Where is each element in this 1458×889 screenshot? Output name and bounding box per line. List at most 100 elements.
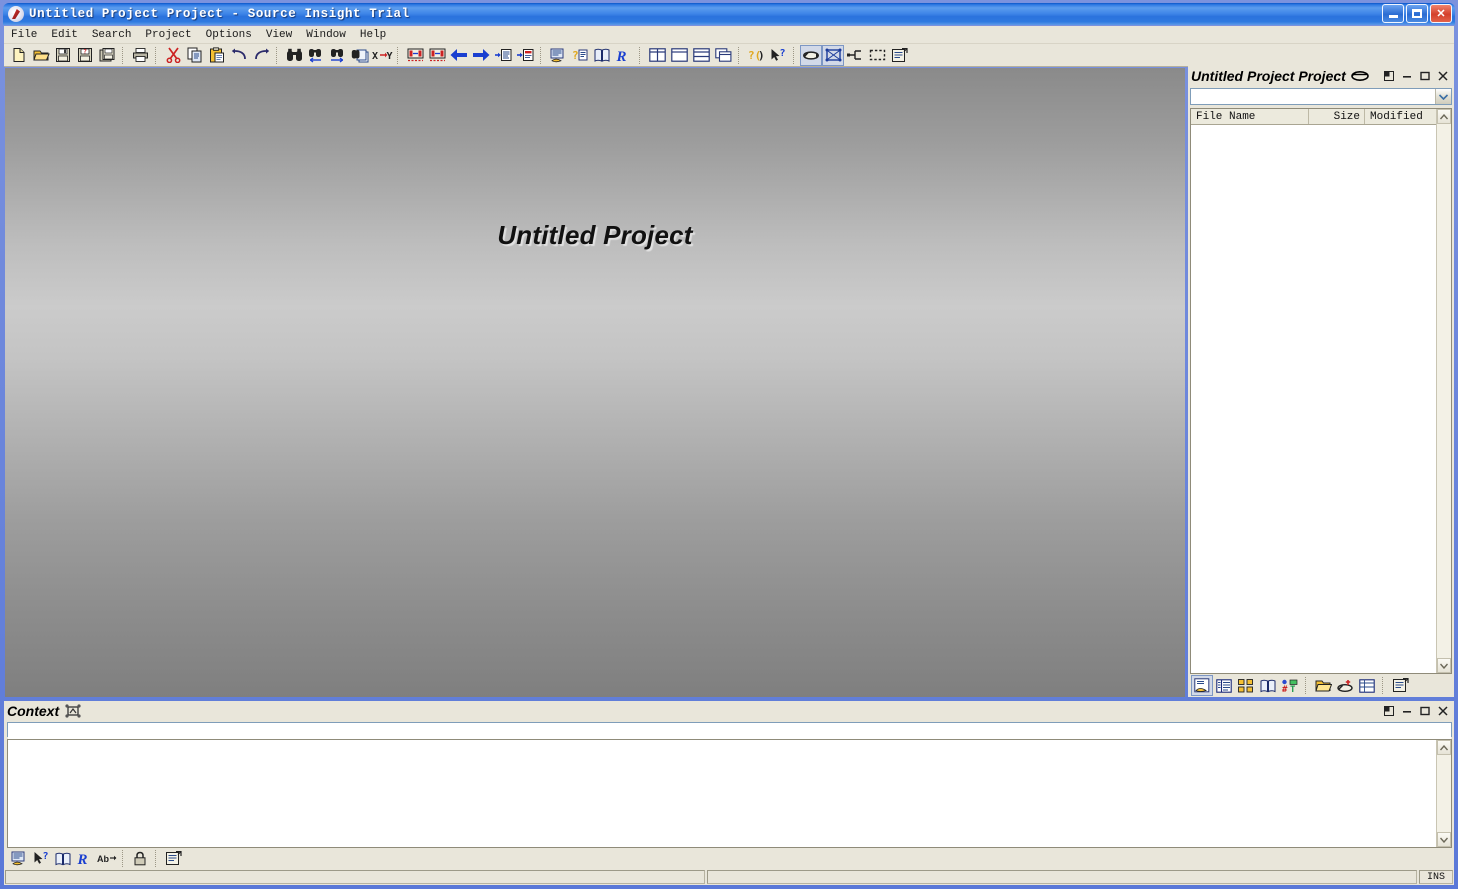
project-filter-input[interactable]	[1191, 89, 1435, 104]
project-footer-symbol-legend-icon[interactable]: # T	[1279, 675, 1301, 696]
context-footer-abbreviation-icon[interactable]: Ab	[96, 848, 118, 869]
project-file-list-body[interactable]	[1191, 125, 1451, 673]
project-filter-combo[interactable]	[1190, 88, 1452, 105]
project-footer-add-files-folder-icon[interactable]	[1312, 675, 1334, 696]
project-footer-project-settings-icon[interactable]	[1389, 675, 1411, 696]
toolbar-jump-to-def-icon[interactable]	[492, 45, 514, 66]
context-window-title: Context	[7, 703, 60, 719]
context-footer-lock-icon[interactable]	[129, 848, 151, 869]
column-header-size[interactable]: Size	[1309, 109, 1365, 124]
menu-item-file[interactable]: File	[4, 28, 44, 42]
toolbar-dashed-box-icon[interactable]	[866, 45, 888, 66]
scroll-up-arrow-icon[interactable]	[1437, 740, 1451, 755]
context-footer-context-window-icon[interactable]	[8, 848, 30, 869]
toolbar-paste-clipboard-icon[interactable]	[206, 45, 228, 66]
window-close-button[interactable]: ✕	[1430, 4, 1452, 23]
context-footer-properties-icon[interactable]	[162, 848, 184, 869]
window-title: Untitled Project Project - Source Insigh…	[29, 7, 410, 21]
project-minimize-button[interactable]	[1400, 70, 1413, 83]
context-footer-relation-window-icon[interactable]: R	[74, 848, 96, 869]
context-vertical-scrollbar[interactable]	[1436, 740, 1451, 847]
menu-item-help[interactable]: Help	[353, 28, 393, 42]
scroll-down-arrow-icon[interactable]	[1437, 658, 1451, 673]
toolbar-save-all-icon[interactable]	[96, 45, 118, 66]
toolbar-print-icon[interactable]	[129, 45, 151, 66]
context-footer-browse-symbols-icon[interactable]	[52, 848, 74, 869]
toolbar-symbol-window-icon[interactable]: ?	[569, 45, 591, 66]
toolbar-browse-project-icon[interactable]	[591, 45, 613, 66]
toolbar-search-forward-icon[interactable]	[327, 45, 349, 66]
project-footer-icon-grid-view-icon[interactable]	[1235, 675, 1257, 696]
column-header-file-name[interactable]: File Name	[1191, 109, 1309, 124]
toolbar-cut-scissors-icon[interactable]	[162, 45, 184, 66]
project-window-controls	[1382, 70, 1452, 83]
editor-workspace[interactable]: Untitled Project	[5, 68, 1185, 697]
toolbar-undo-arrow-icon[interactable]	[228, 45, 250, 66]
context-dock-button[interactable]	[1382, 705, 1395, 718]
context-close-button[interactable]	[1436, 705, 1449, 718]
toolbar-draw-box-icon[interactable]	[822, 44, 844, 66]
toolbar-save-as-icon[interactable]: ?	[74, 45, 96, 66]
project-file-list-header: File Name Size Modified	[1191, 109, 1451, 125]
project-footer-synchronize-files-icon[interactable]	[1334, 675, 1356, 696]
toolbar-redo-arrow-icon[interactable]	[250, 45, 272, 66]
menu-item-project[interactable]: Project	[138, 28, 198, 42]
project-footer-browse-symbols-icon[interactable]	[1257, 675, 1279, 696]
tile-windows-icon	[648, 48, 666, 62]
menu-item-view[interactable]: View	[259, 28, 299, 42]
menu-item-options[interactable]: Options	[199, 28, 259, 42]
toolbar-jump-next-ref-icon[interactable]	[426, 45, 448, 66]
scroll-down-arrow-icon[interactable]	[1437, 832, 1451, 847]
menu-item-search[interactable]: Search	[85, 28, 139, 42]
toolbar-search-files-icon[interactable]	[349, 45, 371, 66]
toolbar-open-folder-icon[interactable]	[30, 45, 52, 66]
project-list-vertical-scrollbar[interactable]	[1436, 109, 1451, 673]
context-maximize-button[interactable]	[1418, 705, 1431, 718]
project-footer-file-list-view-icon[interactable]	[1213, 675, 1235, 696]
symbol-window-icon: ?	[572, 48, 588, 63]
project-file-list[interactable]: File Name Size Modified	[1190, 108, 1452, 674]
project-dock-button[interactable]	[1382, 70, 1395, 83]
scroll-up-arrow-icon[interactable]	[1437, 109, 1451, 124]
toolbar-connector-icon[interactable]	[844, 45, 866, 66]
undo-arrow-icon	[231, 48, 248, 62]
toolbar-search-backward-icon[interactable]	[305, 45, 327, 66]
file-list-view-icon	[1216, 678, 1232, 693]
toolbar-new-file-icon[interactable]	[8, 45, 30, 66]
toolbar-smart-rename-icon[interactable]: ?()	[745, 45, 767, 66]
status-bar: INS	[4, 869, 1454, 885]
project-footer-project-report-icon[interactable]	[1356, 675, 1378, 696]
context-footer-context-help-icon[interactable]: ?	[30, 848, 52, 869]
toolbar-context-help-icon[interactable]: ?	[767, 45, 789, 66]
window-maximize-button[interactable]	[1406, 4, 1428, 23]
toolbar-jump-prev-ref-icon[interactable]	[404, 45, 426, 66]
toolbar-tile-horizontal-icon[interactable]	[668, 45, 690, 66]
toolbar-forward-arrow-icon[interactable]	[470, 45, 492, 66]
context-body[interactable]	[7, 739, 1452, 848]
project-maximize-button[interactable]	[1418, 70, 1431, 83]
toolbar-pointer-select-icon[interactable]	[800, 44, 822, 66]
toolbar-tile-windows-icon[interactable]	[646, 45, 668, 66]
toolbar-properties-icon[interactable]	[888, 45, 910, 66]
toolbar-cascade-windows-icon[interactable]	[712, 45, 734, 66]
window-minimize-button[interactable]	[1382, 4, 1404, 23]
toolbar-copy-icon[interactable]	[184, 45, 206, 66]
toolbar-tile-vertical-icon[interactable]	[690, 45, 712, 66]
context-minimize-button[interactable]	[1400, 705, 1413, 718]
add-files-folder-icon	[1314, 678, 1332, 693]
paste-clipboard-icon	[209, 47, 225, 63]
toolbar-save-icon[interactable]	[52, 45, 74, 66]
project-window-footer-toolbar: # T	[1188, 674, 1454, 697]
project-footer-open-file-in-project-icon[interactable]	[1191, 675, 1213, 696]
toolbar-back-arrow-icon[interactable]	[448, 45, 470, 66]
toolbar-context-window-icon[interactable]	[547, 45, 569, 66]
toolbar-replace-xy-icon[interactable]: XY	[371, 45, 393, 66]
context-search-input-wrap[interactable]	[7, 722, 1452, 741]
toolbar-jump-to-caller-icon[interactable]	[514, 45, 536, 66]
chevron-down-icon[interactable]	[1435, 89, 1451, 104]
toolbar-relation-window-icon[interactable]: R	[613, 45, 635, 66]
toolbar-search-binoculars-icon[interactable]	[283, 45, 305, 66]
menu-item-edit[interactable]: Edit	[44, 28, 84, 42]
project-close-button[interactable]	[1436, 70, 1449, 83]
menu-item-window[interactable]: Window	[299, 28, 353, 42]
